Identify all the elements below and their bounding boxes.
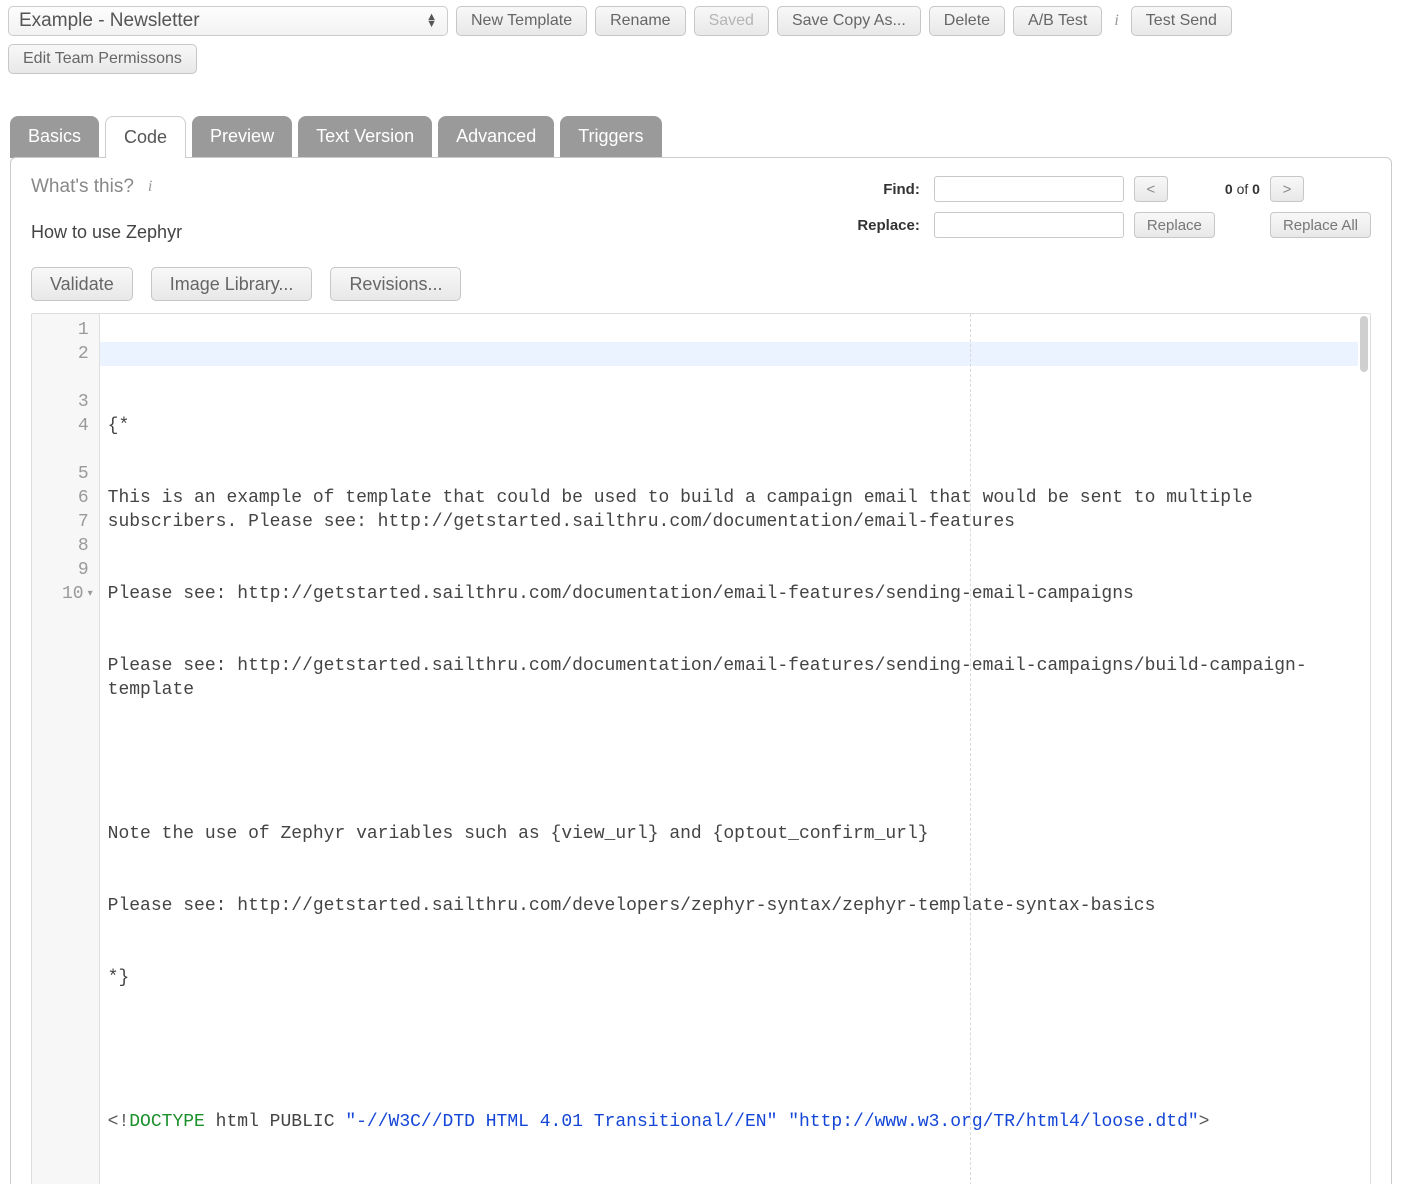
caret-icon: ▲▼	[426, 14, 437, 28]
find-count: 0 of 0	[1225, 181, 1260, 197]
code-panel: What's this? i How to use Zephyr Find: <…	[10, 157, 1392, 1184]
template-select[interactable]: Example - Newsletter ▲▼	[8, 6, 448, 36]
editor-code[interactable]: {* This is an example of template that c…	[100, 314, 1370, 1184]
editor-scrollbar[interactable]	[1360, 316, 1368, 372]
template-select-value: Example - Newsletter	[19, 10, 200, 32]
tab-triggers[interactable]: Triggers	[560, 116, 661, 158]
test-send-button[interactable]: Test Send	[1131, 6, 1232, 36]
how-to-link[interactable]: How to use Zephyr	[31, 222, 182, 243]
replace-input[interactable]	[934, 212, 1124, 238]
find-next-button[interactable]: >	[1270, 176, 1304, 202]
second-toolbar: Edit Team Permissons	[0, 40, 1402, 84]
tab-bar: Basics Code Preview Text Version Advance…	[10, 116, 1402, 158]
replace-button[interactable]: Replace	[1134, 212, 1215, 238]
top-toolbar: Example - Newsletter ▲▼ New Template Ren…	[0, 0, 1402, 40]
delete-button[interactable]: Delete	[929, 6, 1005, 36]
saved-button: Saved	[694, 6, 769, 36]
find-replace-block: Find: < 0 of 0 > Replace: Replace Replac…	[857, 176, 1371, 238]
tab-basics[interactable]: Basics	[10, 116, 99, 158]
ab-test-button[interactable]: A/B Test	[1013, 6, 1102, 36]
editor-gutter: 1 2 . 3 4 . 5 6 7 8 9 10	[32, 314, 100, 1184]
find-label: Find:	[857, 181, 924, 198]
tab-text-version[interactable]: Text Version	[298, 116, 432, 158]
find-prev-button[interactable]: <	[1134, 176, 1168, 202]
info-icon[interactable]: i	[148, 178, 152, 196]
tab-code[interactable]: Code	[105, 116, 186, 158]
whats-this-label: What's this?	[31, 176, 134, 198]
info-icon[interactable]: i	[1114, 12, 1118, 30]
tab-preview[interactable]: Preview	[192, 116, 292, 158]
new-template-button[interactable]: New Template	[456, 6, 587, 36]
tab-advanced[interactable]: Advanced	[438, 116, 554, 158]
find-input[interactable]	[934, 176, 1124, 202]
image-library-button[interactable]: Image Library...	[151, 267, 313, 301]
revisions-button[interactable]: Revisions...	[330, 267, 461, 301]
save-copy-button[interactable]: Save Copy As...	[777, 6, 921, 36]
replace-all-button[interactable]: Replace All	[1270, 212, 1371, 238]
whats-this-row: What's this? i	[31, 176, 182, 198]
rename-button[interactable]: Rename	[595, 6, 685, 36]
validate-button[interactable]: Validate	[31, 267, 133, 301]
edit-team-permissions-button[interactable]: Edit Team Permissons	[8, 44, 197, 74]
code-editor[interactable]: 1 2 . 3 4 . 5 6 7 8 9 10 {* This is an e…	[31, 313, 1371, 1184]
code-actions: Validate Image Library... Revisions...	[31, 267, 1371, 301]
replace-label: Replace:	[857, 217, 924, 234]
